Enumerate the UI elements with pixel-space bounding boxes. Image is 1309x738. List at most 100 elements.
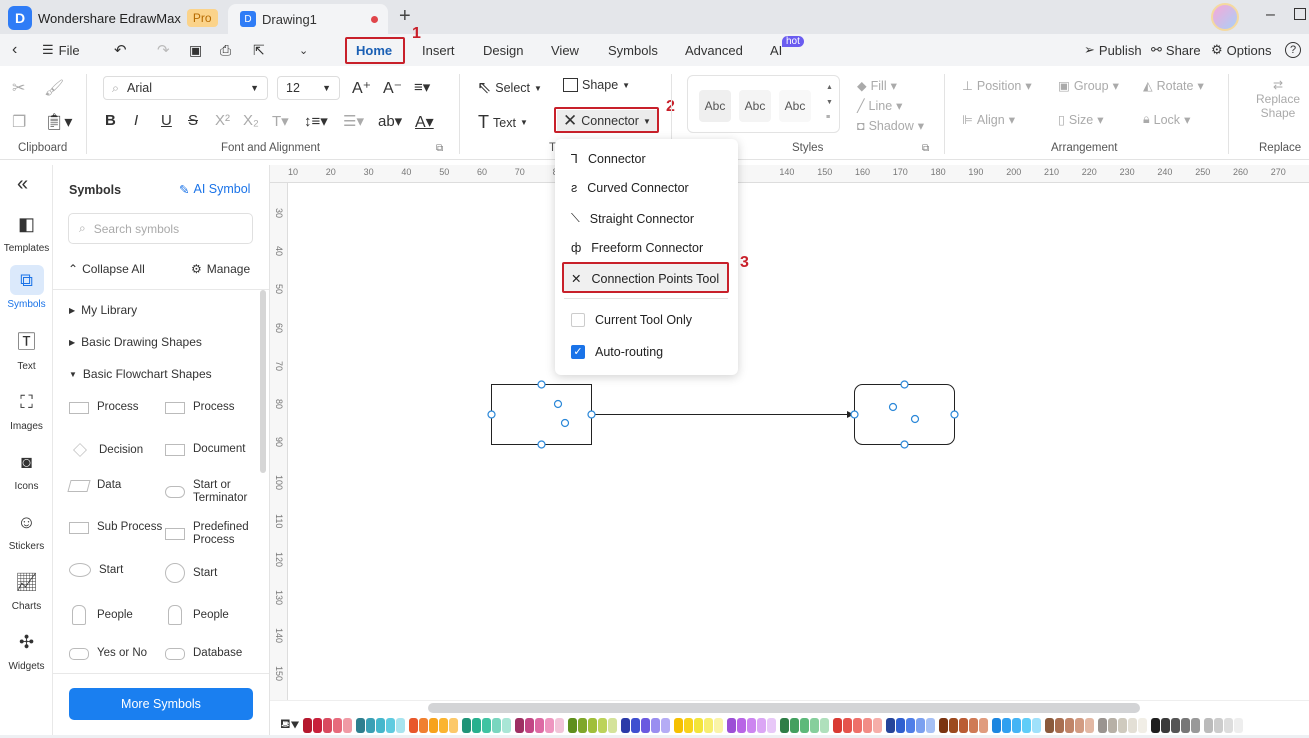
symbol-item[interactable]: People <box>165 605 263 625</box>
symbol-item[interactable]: Data <box>67 479 167 492</box>
menu-item-straight-connector[interactable]: ⟍ Straight Connector <box>571 211 694 226</box>
style-sample[interactable]: Abc <box>779 90 811 122</box>
color-swatch[interactable] <box>598 717 607 733</box>
text-style-icon[interactable]: T▾ <box>272 112 289 130</box>
redo-icon[interactable]: ↷ <box>157 34 170 66</box>
category-basic-flowchart[interactable]: ▼ Basic Flowchart Shapes <box>69 367 212 381</box>
export-icon[interactable]: ⇱ <box>253 34 265 66</box>
paste-icon[interactable]: 📋︎▾ <box>44 112 72 132</box>
color-swatch[interactable] <box>1234 717 1243 733</box>
position-button[interactable]: ⊥ Position ▾ <box>962 78 1032 94</box>
color-swatch[interactable] <box>1118 717 1127 733</box>
color-swatch[interactable] <box>333 717 342 733</box>
superscript-icon[interactable]: X² <box>215 112 230 129</box>
color-swatch[interactable] <box>472 717 481 733</box>
color-swatch[interactable] <box>1181 717 1190 733</box>
color-swatch[interactable] <box>969 717 978 733</box>
restore-icon[interactable] <box>1294 8 1306 20</box>
color-swatch[interactable] <box>843 717 852 733</box>
color-swatch[interactable] <box>535 717 544 733</box>
color-swatch[interactable] <box>684 717 693 733</box>
color-swatch[interactable] <box>979 717 988 733</box>
symbol-item[interactable]: Process <box>69 401 167 414</box>
color-swatch[interactable] <box>661 717 670 733</box>
line-spacing-icon[interactable]: ↕≡▾ <box>304 112 328 130</box>
back-icon[interactable]: ‹ <box>12 34 17 66</box>
symbol-item[interactable]: People <box>69 605 167 625</box>
font-family-select[interactable]: ⌕ Arial ▼ <box>103 76 268 100</box>
subscript-icon[interactable]: X₂ <box>243 112 259 129</box>
color-swatch[interactable] <box>833 717 842 733</box>
fill-button[interactable]: ◆ Fill ▾ <box>857 78 897 94</box>
line-button[interactable]: ╱ Line ▾ <box>857 98 902 114</box>
color-swatch[interactable] <box>1128 717 1137 733</box>
color-swatch[interactable] <box>853 717 862 733</box>
color-swatch[interactable] <box>800 717 809 733</box>
color-swatch[interactable] <box>608 717 617 733</box>
color-swatch[interactable] <box>1108 717 1117 733</box>
color-swatch[interactable] <box>386 717 395 733</box>
tab-ai[interactable]: AI <box>770 34 782 66</box>
italic-icon[interactable]: I <box>134 112 138 129</box>
color-swatch[interactable] <box>1171 717 1180 733</box>
copy-icon[interactable]: ❐ <box>12 112 26 132</box>
color-swatch[interactable] <box>343 717 352 733</box>
color-swatch[interactable] <box>429 717 438 733</box>
color-swatch[interactable] <box>992 717 1001 733</box>
color-swatch[interactable] <box>1214 717 1223 733</box>
color-swatch[interactable] <box>396 717 405 733</box>
align-button[interactable]: ⊫ Align ▾ <box>962 112 1015 128</box>
color-swatch[interactable] <box>863 717 872 733</box>
sidebar-item-widgets[interactable]: ✣ Widgets <box>0 627 53 672</box>
color-swatch[interactable] <box>588 717 597 733</box>
color-swatch[interactable] <box>1065 717 1074 733</box>
color-swatch[interactable] <box>1045 717 1054 733</box>
color-swatch[interactable] <box>449 717 458 733</box>
color-swatch[interactable] <box>1032 717 1041 733</box>
color-swatch[interactable] <box>1075 717 1084 733</box>
color-swatch[interactable] <box>916 717 925 733</box>
color-swatch[interactable] <box>747 717 756 733</box>
color-swatch[interactable] <box>939 717 948 733</box>
drawing-canvas[interactable] <box>288 183 1309 700</box>
symbol-item[interactable]: Process <box>165 401 263 414</box>
color-swatch[interactable] <box>780 717 789 733</box>
align-icon[interactable]: ≡▾ <box>414 78 430 96</box>
symbol-item[interactable]: Sub Process <box>69 521 167 534</box>
color-swatch[interactable] <box>1191 717 1200 733</box>
more-icon[interactable]: ⌄ <box>299 34 308 66</box>
font-color-icon[interactable]: A▾ <box>415 112 434 132</box>
color-swatch[interactable] <box>409 717 418 733</box>
color-swatch[interactable] <box>949 717 958 733</box>
color-swatch[interactable] <box>419 717 428 733</box>
symbol-item[interactable]: Document <box>165 443 263 456</box>
lock-button[interactable]: 🔒︎ Lock ▾ <box>1143 112 1190 127</box>
color-swatch[interactable] <box>1161 717 1170 733</box>
fill-bucket-icon[interactable]: ⛾▾ <box>280 716 302 734</box>
color-swatch[interactable] <box>810 717 819 733</box>
ai-symbol-button[interactable]: ✎ AI Symbol <box>179 182 250 197</box>
cut-icon[interactable]: ✂ <box>12 78 25 98</box>
rotate-button[interactable]: ◭ Rotate ▾ <box>1143 78 1204 94</box>
color-swatch[interactable] <box>1012 717 1021 733</box>
publish-button[interactable]: ➢ Publish <box>1084 34 1142 66</box>
avatar[interactable] <box>1211 3 1239 31</box>
color-swatch[interactable] <box>568 717 577 733</box>
color-swatch[interactable] <box>1098 717 1107 733</box>
color-swatch[interactable] <box>959 717 968 733</box>
replace-shape-button[interactable]: ⇄ Replace Shape <box>1252 78 1304 120</box>
tab-view[interactable]: View <box>551 34 579 66</box>
color-swatch[interactable] <box>631 717 640 733</box>
share-button[interactable]: ⚯ Share <box>1151 34 1201 66</box>
color-swatch[interactable] <box>555 717 564 733</box>
shape-button[interactable]: Shape ▼ <box>563 78 630 92</box>
sidebar-item-images[interactable]: ⛶ Images <box>0 387 53 432</box>
color-swatch[interactable] <box>621 717 630 733</box>
color-swatch[interactable] <box>704 717 713 733</box>
symbol-item[interactable]: Start <box>69 563 169 577</box>
color-swatch[interactable] <box>790 717 799 733</box>
color-swatch[interactable] <box>641 717 650 733</box>
file-menu[interactable]: ☰ File <box>42 34 80 66</box>
sidebar-item-charts[interactable]: 📈︎ Charts <box>0 567 53 612</box>
style-sample[interactable]: Abc <box>739 90 771 122</box>
